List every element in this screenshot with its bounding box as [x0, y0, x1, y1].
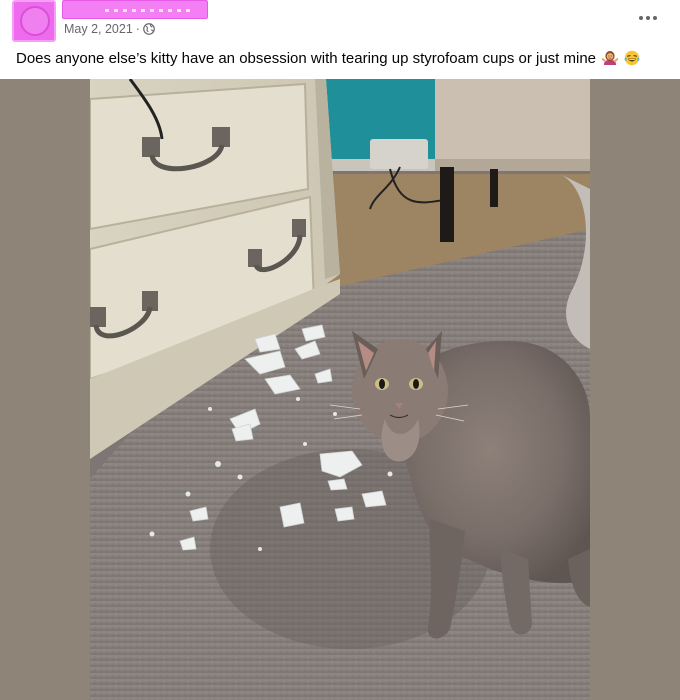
chair-seat	[435, 79, 590, 167]
globe-icon[interactable]	[143, 23, 155, 35]
author-avatar-redacted[interactable]	[12, 0, 56, 42]
caption-text: Does anyone else’s kitty have an obsessi…	[16, 50, 597, 67]
facebook-post: May 2, 2021 · Does anyone else’s kitty h…	[0, 0, 680, 700]
post-photo-cat-styrofoam[interactable]	[90, 79, 590, 700]
author-name-redacted[interactable]	[62, 0, 208, 19]
more-dots-icon	[639, 16, 643, 20]
photo-illustration	[90, 79, 590, 700]
post-caption: Does anyone else’s kitty have an obsessi…	[16, 49, 666, 69]
post-meta: May 2, 2021 ·	[64, 22, 155, 36]
chair-leg	[440, 167, 454, 242]
photo-frame	[0, 79, 680, 700]
more-options-button[interactable]	[634, 8, 662, 28]
laughing-tears-emoji	[624, 50, 640, 66]
woman-shrugging-emoji	[602, 51, 619, 65]
avatar-circle	[20, 6, 50, 36]
meta-separator: ·	[135, 22, 140, 36]
outlet-box	[370, 139, 428, 169]
post-date[interactable]: May 2, 2021	[64, 22, 133, 36]
